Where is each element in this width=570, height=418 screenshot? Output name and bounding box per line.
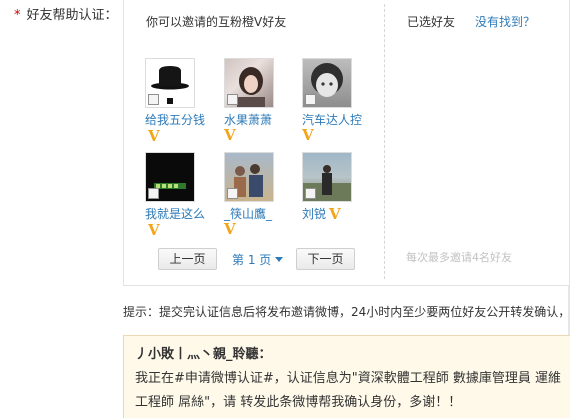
column-divider: [384, 4, 385, 279]
friend-checkbox[interactable]: [305, 94, 316, 105]
page-select-dropdown[interactable]: 第 1 页: [232, 251, 284, 268]
group-photo-avatar[interactable]: [224, 152, 274, 202]
submit-tip-text: 提示：提交完认证信息后将发布邀请微博，24小时内至少要两位好友公开转发确认，: [123, 305, 570, 319]
chevron-down-icon: [275, 257, 284, 262]
verified-v-icon: V: [148, 221, 160, 239]
friend-name-link[interactable]: 给我五分钱V: [145, 112, 211, 144]
top-hat-avatar[interactable]: [145, 58, 195, 108]
friend-card[interactable]: 水果萧萧 V: [224, 58, 290, 144]
outdoor-photo-avatar[interactable]: [302, 152, 352, 202]
friend-checkbox[interactable]: [227, 188, 238, 199]
field-label-row: * 好友帮助认证：: [0, 4, 118, 23]
required-mark: *: [14, 8, 21, 23]
friend-card[interactable]: 刘锐 V: [302, 152, 368, 222]
prev-page-button[interactable]: 上一页: [158, 248, 217, 270]
friend-picker-panel: 你可以邀请的互粉橙V好友 已选好友 没有找到？ 每次最多邀请4名好友 给我五分钱…: [123, 0, 570, 286]
woman-photo-avatar[interactable]: [224, 58, 274, 108]
not-found-link[interactable]: 没有找到？: [475, 13, 535, 30]
verified-v-icon: V: [302, 126, 314, 144]
friend-checkbox[interactable]: [227, 94, 238, 105]
friend-card[interactable]: _筷山鷹_ V: [224, 152, 290, 238]
child-photo-avatar[interactable]: [302, 58, 352, 108]
friend-card[interactable]: 我就是这么V: [145, 152, 211, 238]
friend-checkbox[interactable]: [148, 188, 159, 199]
page-select-label: 第 1 页: [232, 253, 272, 267]
friend-checkbox[interactable]: [305, 188, 316, 199]
next-page-button[interactable]: 下一页: [296, 248, 355, 270]
friend-name-link[interactable]: 刘锐 V: [302, 206, 368, 222]
preview-message-text: 我正在#申请微博认证#，认证信息为"資深軟體工程師 數據庫管理員 運維工程師 屌…: [135, 371, 562, 410]
dark-sign-avatar[interactable]: [145, 152, 195, 202]
friend-name-link[interactable]: 我就是这么V: [145, 206, 211, 238]
selected-friends-title: 已选好友: [407, 15, 456, 29]
friend-card[interactable]: 给我五分钱V: [145, 58, 211, 144]
friend-checkbox[interactable]: [148, 94, 159, 105]
invitable-friends-title: 你可以邀请的互粉橙V好友: [146, 15, 287, 29]
max-invite-hint: 每次最多邀请4名好友: [406, 251, 512, 264]
weibo-preview-box: 丿小敗丨灬丶親_聆聽： 我正在#申请微博认证#，认证信息为"資深軟體工程師 數據…: [123, 335, 570, 418]
verified-v-icon: V: [329, 205, 341, 223]
friend-card[interactable]: 汽车达人控 V: [302, 58, 368, 144]
verified-v-icon: V: [224, 126, 236, 144]
field-label: 好友帮助认证：: [26, 8, 118, 23]
verified-v-icon: V: [224, 220, 236, 238]
verified-v-icon: V: [148, 127, 160, 145]
preview-user-name: 丿小敗丨灬丶親_聆聽：: [135, 347, 272, 362]
